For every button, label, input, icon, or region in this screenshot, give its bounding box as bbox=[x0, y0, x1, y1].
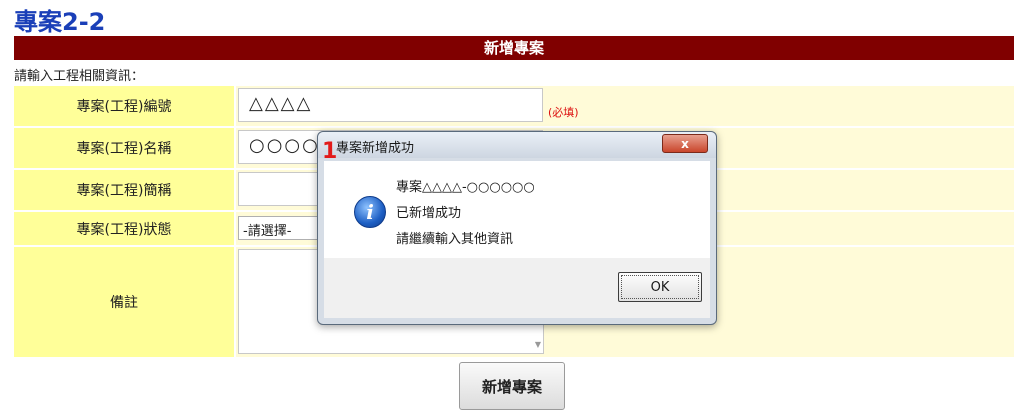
project-status-label: 專案(工程)狀態 bbox=[14, 212, 234, 245]
dialog-title: 專案新增成功 bbox=[336, 141, 415, 156]
project-short-name-label: 專案(工程)簡稱 bbox=[14, 170, 234, 210]
dialog-footer: OK bbox=[324, 258, 710, 318]
dialog-close-button[interactable]: x bbox=[662, 134, 708, 153]
project-id-cell: △△△△ (必填) bbox=[236, 86, 1014, 126]
instruction-text: 請輸入工程相關資訊： bbox=[14, 69, 145, 84]
remarks-label: 備註 bbox=[14, 247, 234, 357]
required-note: (必填) bbox=[548, 106, 579, 119]
dialog-body: i 專案△△△△-○○○○○○ 已新增成功 請繼續輸入其他資訊 bbox=[324, 161, 710, 258]
dialog-message-line: 專案△△△△-○○○○○○ bbox=[396, 180, 535, 195]
form-row-project-id: 專案(工程)編號 △△△△ (必填) bbox=[14, 86, 1014, 126]
ok-button[interactable]: OK bbox=[618, 272, 702, 302]
add-project-button[interactable]: 新增專案 bbox=[459, 362, 565, 410]
project-name-label: 專案(工程)名稱 bbox=[14, 128, 234, 168]
project-id-input[interactable]: △△△△ bbox=[238, 88, 543, 122]
scroll-down-arrow-icon[interactable]: ▼ bbox=[535, 340, 541, 349]
section-header: 新增專案 bbox=[14, 36, 1014, 60]
dialog-message-line: 請繼續輸入其他資訊 bbox=[396, 232, 514, 247]
dialog-titlebar[interactable]: 專案新增成功 x bbox=[318, 132, 716, 158]
page-title: 專案2-2 bbox=[14, 8, 106, 36]
success-dialog: 專案新增成功 x i 專案△△△△-○○○○○○ 已新增成功 請繼續輸入其他資訊… bbox=[317, 131, 717, 325]
annotation-marker: 1 bbox=[322, 139, 338, 164]
dialog-message-line: 已新增成功 bbox=[396, 206, 462, 221]
info-icon: i bbox=[354, 196, 386, 228]
project-id-label: 專案(工程)編號 bbox=[14, 86, 234, 126]
